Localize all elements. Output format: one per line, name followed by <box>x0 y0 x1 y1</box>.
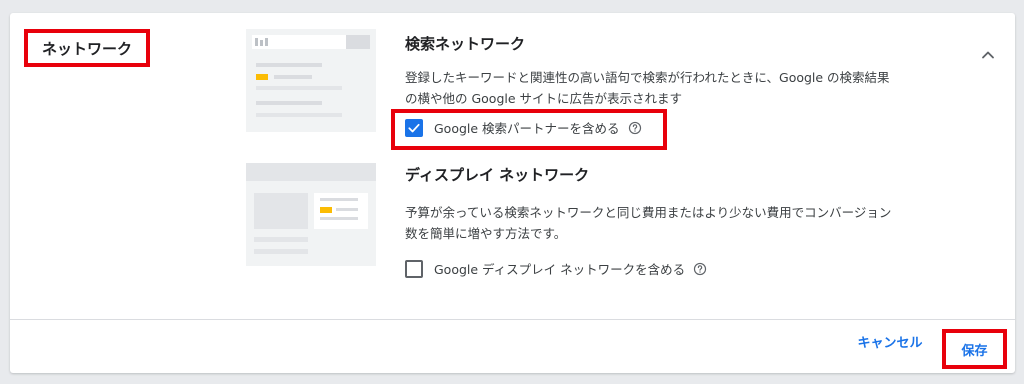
search-network-description-line: の横や他の Google サイトに広告が表示されます <box>405 91 683 106</box>
chevron-up-icon <box>982 51 994 59</box>
search-partners-option[interactable]: Google 検索パートナーを含める <box>405 118 642 137</box>
save-button[interactable]: 保存 <box>942 329 1007 369</box>
display-network-description-line: 数を簡単に増やす方法です。 <box>405 226 567 241</box>
search-partners-label: Google 検索パートナーを含める <box>434 121 620 136</box>
display-network-description: 予算が余っている検索ネットワークと同じ費用またはより少ない費用でコンバージョン … <box>405 202 891 244</box>
collapse-button[interactable] <box>968 37 1008 73</box>
help-circle-icon[interactable] <box>693 262 707 276</box>
section-title: ネットワーク <box>24 29 150 67</box>
footer-divider <box>10 319 1015 320</box>
search-partners-checkbox[interactable] <box>405 118 423 137</box>
display-network-description-line: 予算が余っている検索ネットワークと同じ費用またはより少ない費用でコンバージョン <box>405 205 892 220</box>
section-title-text: ネットワーク <box>42 39 133 58</box>
cancel-button[interactable]: キャンセル <box>846 324 934 358</box>
display-network-option[interactable]: Google ディスプレイ ネットワークを含める <box>405 259 707 278</box>
display-network-illustration <box>246 163 376 266</box>
search-network-heading: 検索ネットワーク <box>405 35 526 53</box>
search-network-illustration <box>246 29 376 132</box>
check-icon <box>408 123 420 132</box>
display-network-label: Google ディスプレイ ネットワークを含める <box>434 262 686 277</box>
display-network-checkbox[interactable] <box>405 259 423 278</box>
help-circle-icon[interactable] <box>628 121 642 135</box>
search-network-description-line: 登録したキーワードと関連性の高い語句で検索が行われたときに、Google の検索… <box>405 70 890 85</box>
search-network-description: 登録したキーワードと関連性の高い語句で検索が行われたときに、Google の検索… <box>405 67 890 109</box>
display-network-heading: ディスプレイ ネットワーク <box>405 166 590 184</box>
